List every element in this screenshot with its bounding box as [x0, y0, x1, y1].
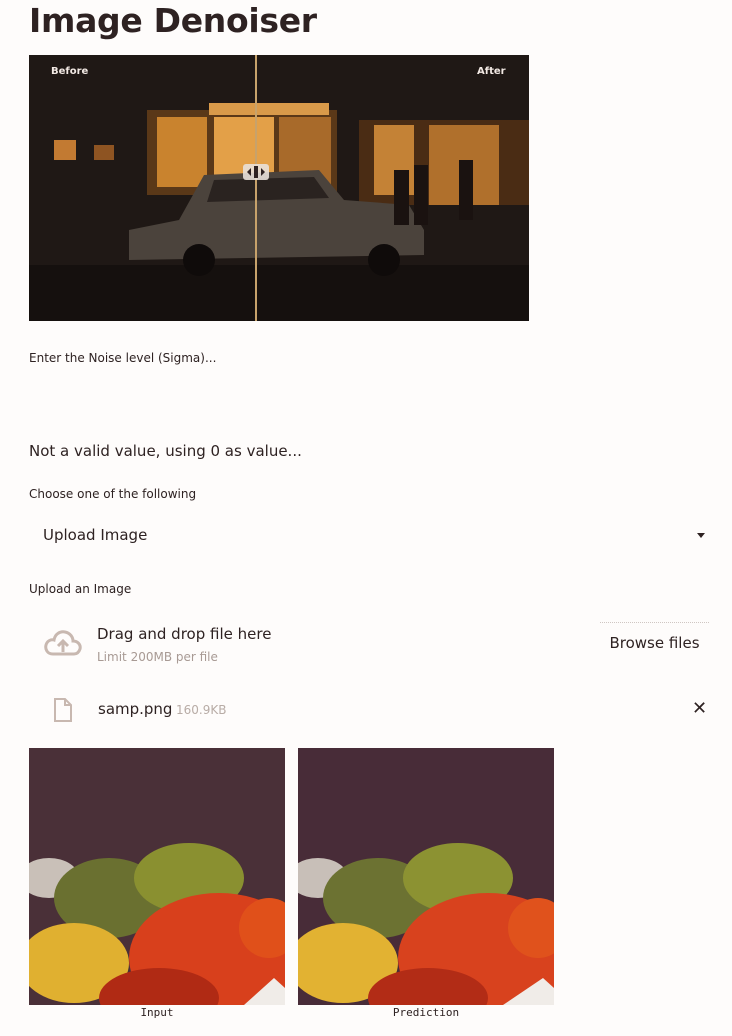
dropzone-limit: Limit 200MB per file: [97, 650, 218, 664]
noise-level-label: Enter the Noise level (Sigma)...: [29, 351, 217, 365]
prediction-image: [298, 748, 554, 1005]
page-title: Image Denoiser: [29, 1, 317, 40]
uploaded-file-row: samp.png 160.9KB ✕: [29, 692, 719, 728]
cloud-upload-icon: [44, 628, 82, 662]
before-after-slider[interactable]: Before After: [29, 55, 529, 321]
dropzone-instructions: Drag and drop file here: [97, 625, 272, 643]
input-caption: Input: [140, 1006, 174, 1019]
uploader-label: Upload an Image: [29, 582, 132, 596]
file-dropzone[interactable]: Drag and drop file here Limit 200MB per …: [29, 612, 719, 678]
chevron-down-icon: [697, 532, 705, 538]
input-image: [29, 748, 285, 1005]
after-label: After: [477, 66, 506, 77]
street-scene-image: [29, 55, 529, 321]
source-select[interactable]: Upload Image: [29, 516, 719, 554]
source-select-value: Upload Image: [43, 526, 148, 544]
file-icon: [53, 697, 73, 727]
prediction-caption: Prediction: [392, 1006, 460, 1019]
close-icon[interactable]: ✕: [692, 699, 707, 719]
source-select-label: Choose one of the following: [29, 487, 197, 501]
browse-files-button[interactable]: Browse files: [600, 622, 709, 663]
file-name: samp.png: [98, 700, 173, 718]
file-size: 160.9KB: [176, 703, 227, 717]
noise-warning-message: Not a valid value, using 0 as value...: [29, 442, 302, 460]
before-label: Before: [51, 66, 89, 77]
